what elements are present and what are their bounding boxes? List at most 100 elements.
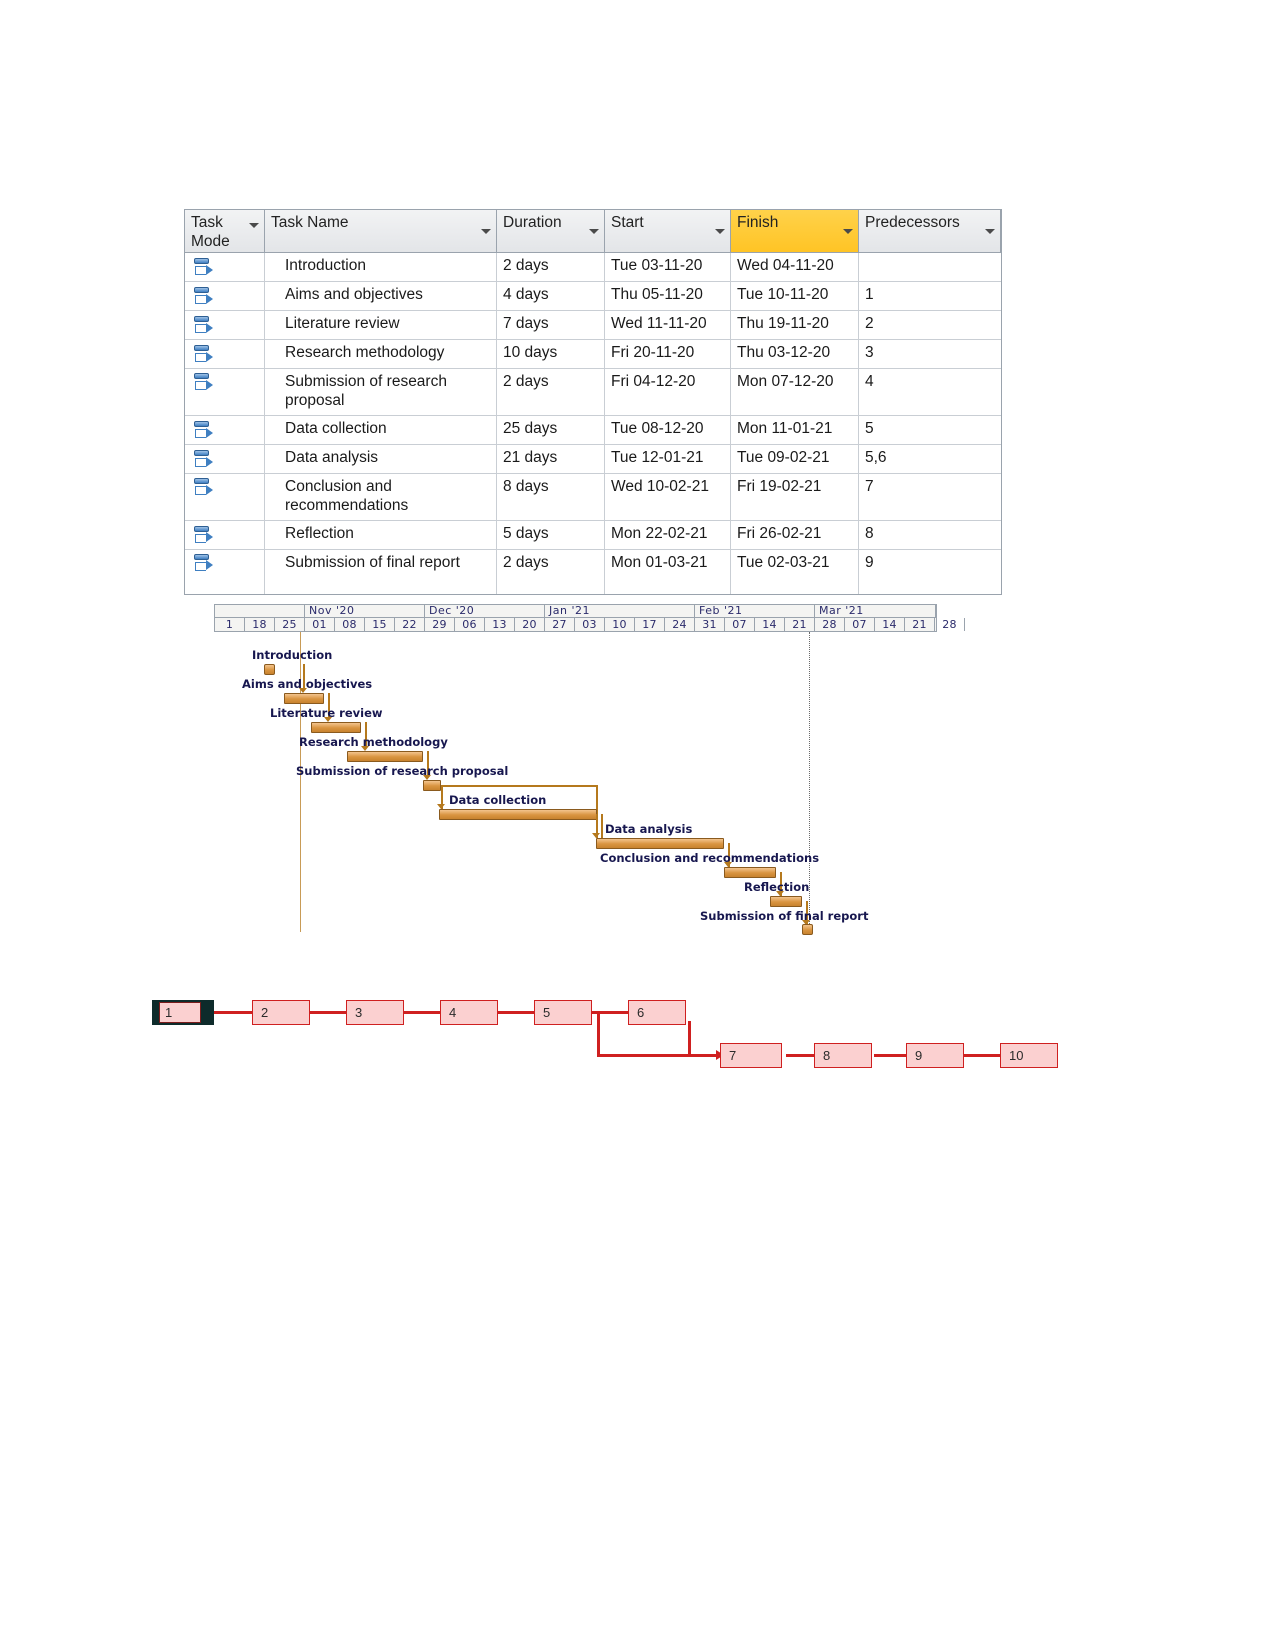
gantt-day-tick: 08: [335, 618, 365, 631]
network-node[interactable]: 10: [1000, 1043, 1058, 1068]
column-header-predecessors[interactable]: Predecessors: [859, 210, 1001, 252]
chevron-down-icon[interactable]: [985, 229, 995, 234]
gantt-link: [441, 785, 597, 787]
gantt-day-tick: 03: [575, 618, 605, 631]
cell-start: Tue 03-11-20: [605, 253, 731, 281]
gantt-bar-label: Literature review: [270, 706, 383, 720]
cell-task-mode[interactable]: [185, 282, 265, 310]
cell-duration: 2 days: [497, 253, 605, 281]
network-node-start[interactable]: 1: [152, 1000, 214, 1025]
auto-schedule-icon: [193, 286, 213, 306]
gantt-day-tick: 17: [635, 618, 665, 631]
network-node[interactable]: 4: [440, 1000, 498, 1025]
gantt-day-tick: 18: [245, 618, 275, 631]
chevron-down-icon[interactable]: [481, 229, 491, 234]
column-header-task-name[interactable]: Task Name: [265, 210, 497, 252]
gantt-bar[interactable]: [284, 693, 324, 704]
cell-task-name: Literature review: [265, 311, 497, 339]
column-header-predecessors-label: Predecessors: [865, 214, 960, 231]
cell-task-mode[interactable]: [185, 311, 265, 339]
column-header-start-label: Start: [611, 214, 644, 231]
network-diagram: 1 2 3 4 5 6 7 8 9 10: [150, 995, 1070, 1095]
column-header-finish-label: Finish: [737, 214, 779, 231]
cell-predecessors: 9: [865, 553, 874, 571]
cell-task-mode[interactable]: [185, 415, 265, 444]
cell-finish: Fri 26-02-21: [731, 520, 859, 549]
gantt-bar[interactable]: [264, 664, 275, 675]
gantt-bar[interactable]: [439, 809, 597, 820]
cell-finish: Thu 19-11-20: [731, 311, 859, 339]
cell-finish: Tue 09-02-21: [731, 444, 859, 473]
table-row[interactable]: Submission of research proposal 2 days F…: [185, 369, 1001, 416]
cell-task-mode[interactable]: [185, 369, 265, 415]
gantt-month-label: Dec '20: [425, 605, 545, 617]
gantt-bar[interactable]: [311, 722, 361, 733]
column-header-task-mode[interactable]: Task Mode: [185, 210, 265, 252]
cell-task-name: Data analysis: [265, 444, 497, 473]
cell-task-mode[interactable]: [185, 520, 265, 549]
table-row[interactable]: Conclusion and recommendations 8 days We…: [185, 473, 1001, 521]
column-header-duration-label: Duration: [503, 214, 562, 231]
table-row[interactable]: Submission of final report 2 days Mon 01…: [185, 549, 1001, 594]
gantt-day-tick: 29: [425, 618, 455, 631]
cell-start: Wed 11-11-20: [605, 311, 731, 339]
gantt-bar[interactable]: [724, 867, 776, 878]
network-node[interactable]: 8: [814, 1043, 872, 1068]
cell-task-mode[interactable]: [185, 444, 265, 473]
gantt-day-tick: 28: [815, 618, 845, 631]
cell-task-mode[interactable]: [185, 549, 265, 594]
table-header-row: Task Mode Task Name Duration Start Finis…: [185, 210, 1001, 253]
cell-predecessors: 4: [865, 373, 874, 390]
network-node[interactable]: 2: [252, 1000, 310, 1025]
column-header-start[interactable]: Start: [605, 210, 731, 252]
gantt-day-tick: 22: [395, 618, 425, 631]
network-node[interactable]: 6: [628, 1000, 686, 1025]
cell-predecessors: 3: [865, 344, 874, 361]
table-row[interactable]: Reflection 5 days Mon 22-02-21 Fri 26-02…: [185, 520, 1001, 550]
gantt-month-label: [215, 605, 305, 617]
gantt-chart: Nov '20 Dec '20 Jan '21 Feb '21 Mar '21 …: [214, 604, 965, 935]
cell-task-mode[interactable]: [185, 340, 265, 368]
chevron-down-icon[interactable]: [843, 229, 853, 234]
cell-predecessors: 5: [865, 419, 874, 437]
gantt-bar[interactable]: [802, 924, 813, 935]
column-header-finish[interactable]: Finish: [731, 210, 859, 252]
gantt-day-tick: 31: [695, 618, 725, 631]
chevron-down-icon[interactable]: [249, 223, 259, 228]
table-row[interactable]: Introduction 2 days Tue 03-11-20 Wed 04-…: [185, 253, 1001, 282]
network-node[interactable]: 9: [906, 1043, 964, 1068]
chevron-down-icon[interactable]: [715, 229, 725, 234]
table-row[interactable]: Aims and objectives 4 days Thu 05-11-20 …: [185, 282, 1001, 311]
cell-predecessors: 1: [865, 286, 874, 303]
cell-finish: Thu 03-12-20: [731, 340, 859, 368]
cell-task-mode[interactable]: [185, 473, 265, 520]
cell-predecessors: 5,6: [865, 448, 887, 466]
gantt-month-label: Feb '21: [695, 605, 815, 617]
cell-finish: Tue 02-03-21: [731, 549, 859, 594]
gantt-day-tick: 21: [785, 618, 815, 631]
cell-predecessors: [859, 253, 1001, 281]
gantt-day-tick: 14: [755, 618, 785, 631]
table-row[interactable]: Data collection 25 days Tue 08-12-20 Mon…: [185, 415, 1001, 445]
cell-start: Tue 12-01-21: [605, 444, 731, 473]
column-header-duration[interactable]: Duration: [497, 210, 605, 252]
network-node[interactable]: 7: [720, 1043, 782, 1068]
gantt-bar[interactable]: [423, 780, 441, 791]
cell-task-mode[interactable]: [185, 253, 265, 281]
gantt-day-row: 1 18 25 01 08 15 22 29 06 13 20 27 03 10…: [215, 618, 965, 631]
cell-task-name: Reflection: [265, 520, 497, 549]
network-node[interactable]: 3: [346, 1000, 404, 1025]
gantt-day-tick: 15: [365, 618, 395, 631]
chevron-down-icon[interactable]: [589, 229, 599, 234]
table-row[interactable]: Literature review 7 days Wed 11-11-20 Th…: [185, 311, 1001, 340]
table-row[interactable]: Data analysis 21 days Tue 12-01-21 Tue 0…: [185, 444, 1001, 474]
gantt-bar[interactable]: [596, 838, 724, 849]
cell-duration: 8 days: [497, 473, 605, 520]
cell-task-name: Submission of final report: [265, 549, 497, 594]
gantt-bar[interactable]: [770, 896, 802, 907]
network-node[interactable]: 5: [534, 1000, 592, 1025]
cell-finish: Tue 10-11-20: [731, 282, 859, 310]
gantt-bar[interactable]: [347, 751, 423, 762]
table-row[interactable]: Research methodology 10 days Fri 20-11-2…: [185, 340, 1001, 369]
cell-start: Tue 08-12-20: [605, 415, 731, 444]
